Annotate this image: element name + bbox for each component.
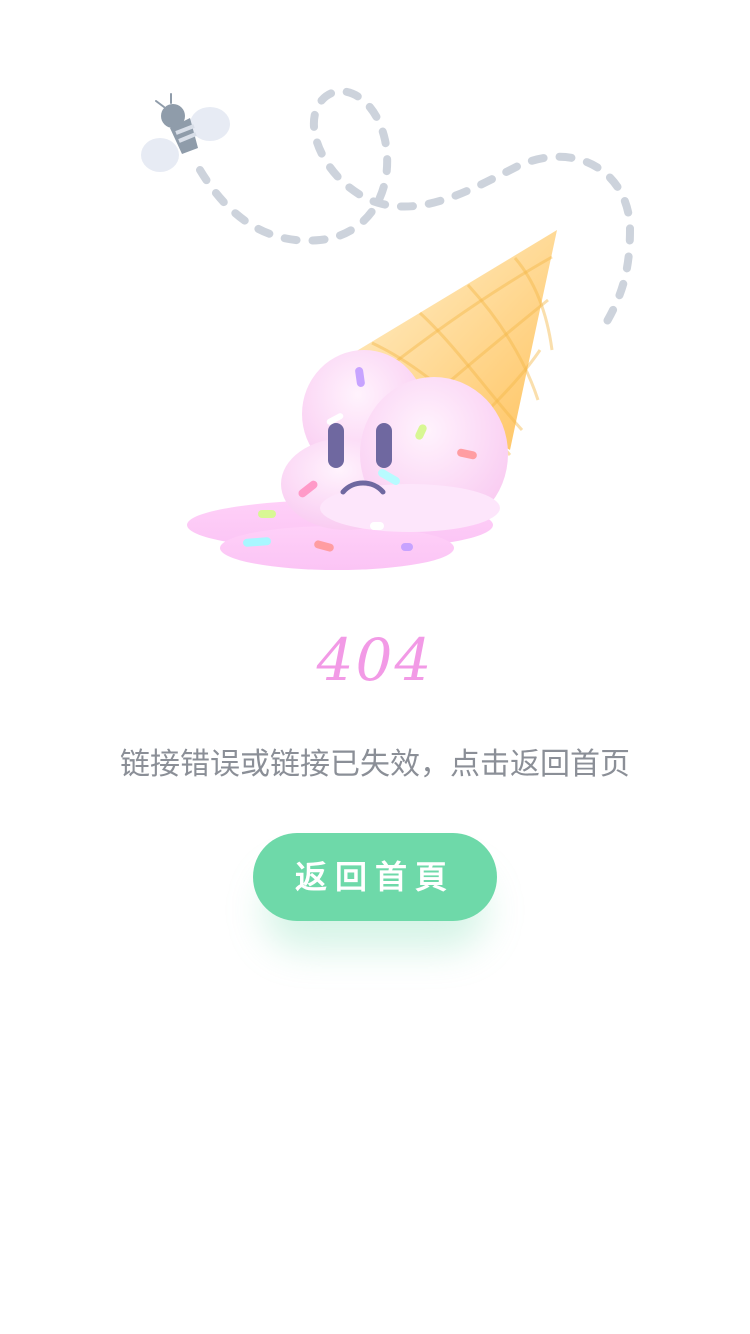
bee-flight-path xyxy=(196,87,635,334)
return-home-button[interactable]: 返回首頁 xyxy=(253,833,497,921)
error-code: 404 xyxy=(316,626,434,694)
bee-icon xyxy=(141,93,230,172)
melted-ice-cream-illustration xyxy=(141,87,635,570)
error-message: 链接错误或链接已失效，点击返回首页 xyxy=(120,747,630,782)
